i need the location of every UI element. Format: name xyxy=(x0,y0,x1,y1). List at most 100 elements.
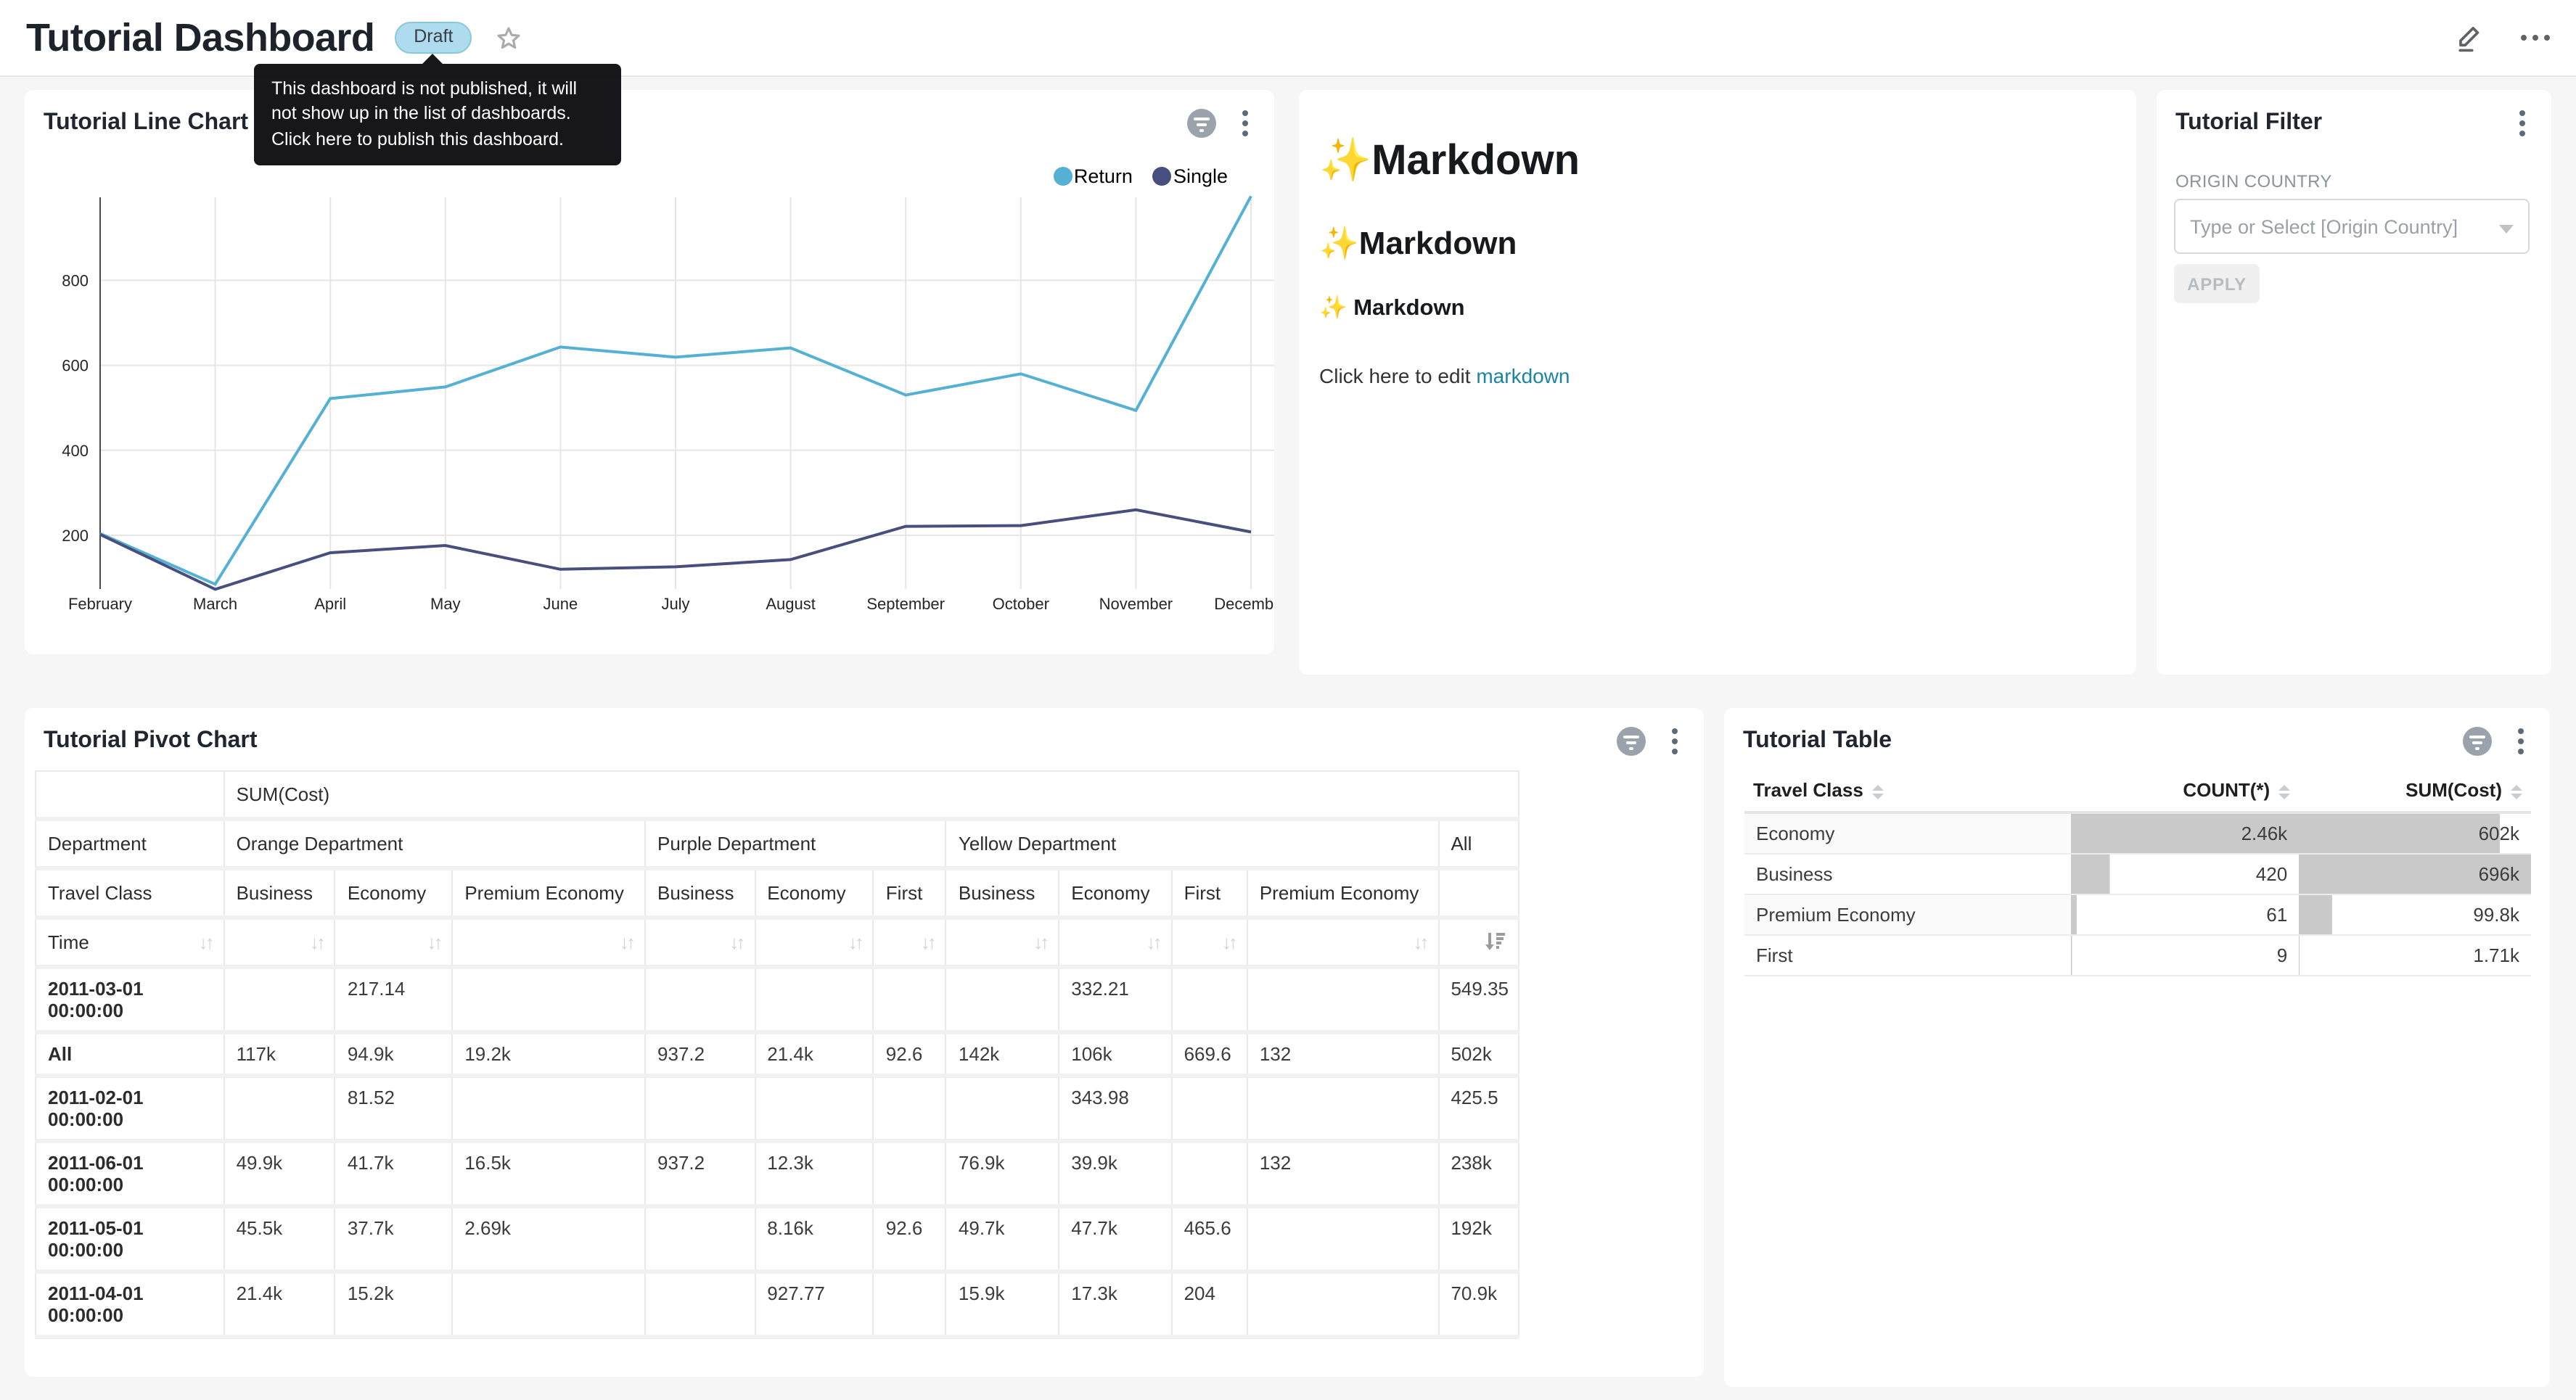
sort-toggle-icon[interactable]: ↓↑ xyxy=(1222,931,1235,953)
pivot-class-header: Economy xyxy=(1059,868,1171,918)
tooltip-text: This dashboard is not published, it will… xyxy=(271,78,577,149)
legend-dot xyxy=(1054,167,1072,186)
pivot-cell: 94.9k xyxy=(335,1032,452,1076)
pivot-cell: 332.21 xyxy=(1059,967,1171,1032)
table-sort-header[interactable]: Travel Class xyxy=(1744,769,2071,812)
pivot-dept-label: Department xyxy=(36,819,224,868)
pivot-cell: 15.2k xyxy=(335,1272,452,1337)
x-tick-label: February xyxy=(68,595,132,613)
page-title: Tutorial Dashboard xyxy=(26,15,374,60)
pivot-dept-group: Orange Department xyxy=(224,819,645,868)
draft-badge[interactable]: Draft xyxy=(395,22,472,54)
chevron-down-icon xyxy=(2499,225,2514,234)
pivot-cell xyxy=(874,1076,946,1141)
chart-legend: Return Single xyxy=(1054,165,1228,187)
legend-item-return[interactable]: Return xyxy=(1054,165,1133,187)
pivot-cell xyxy=(224,1076,335,1141)
pivot-cell: 21.4k xyxy=(755,1032,874,1076)
origin-country-select[interactable] xyxy=(2174,199,2530,254)
x-tick-label: September xyxy=(866,595,945,613)
pivot-sort-cell: ↓↑ xyxy=(874,918,946,967)
sort-descending-icon[interactable] xyxy=(1485,931,1506,952)
pivot-cell: 192k xyxy=(1438,1206,1519,1272)
table-card-icons xyxy=(2463,725,2530,757)
table-card-title: Tutorial Table xyxy=(1743,728,1892,754)
pivot-cell: 19.2k xyxy=(452,1032,645,1076)
pivot-row-header: 2011-04-01 00:00:00 xyxy=(36,1272,224,1337)
sort-toggle-icon[interactable]: ↓↑ xyxy=(199,931,212,953)
pivot-sort-cell: ↓↑ xyxy=(946,918,1059,967)
table-header-label: Travel Class xyxy=(1753,779,1863,801)
pivot-cell: 425.5 xyxy=(1438,1076,1519,1141)
pivot-cell xyxy=(1247,1206,1439,1272)
sort-toggle-icon[interactable]: ↓↑ xyxy=(1413,931,1426,953)
table-cell: 420 xyxy=(2071,854,2299,894)
table-cell: First xyxy=(1744,935,2071,976)
more-actions-icon[interactable] xyxy=(2514,29,2556,47)
y-tick-label: 800 xyxy=(62,271,89,289)
y-tick-label: 600 xyxy=(62,357,89,375)
table-sort-header[interactable]: COUNT(*) xyxy=(2071,769,2299,812)
pivot-class-header: First xyxy=(874,868,946,918)
pivot-cell: 937.2 xyxy=(645,1032,755,1076)
sort-toggle-icon[interactable]: ↓↑ xyxy=(1147,931,1160,953)
pivot-cell: 12.3k xyxy=(755,1141,874,1206)
pivot-cell xyxy=(452,1272,645,1337)
sort-toggle-icon[interactable]: ↓↑ xyxy=(921,931,934,953)
pivot-class-header: Premium Economy xyxy=(1247,868,1439,918)
table-cell: 99.8k xyxy=(2299,894,2531,935)
pivot-card-icons xyxy=(1617,725,1683,757)
markdown-card: ✨Markdown ✨Markdown ✨ Markdown Click her… xyxy=(1299,90,2136,675)
pivot-cell: 92.6 xyxy=(874,1206,946,1272)
y-tick-label: 400 xyxy=(62,442,89,460)
favorite-star-icon[interactable] xyxy=(495,24,522,52)
tooltip-arrow xyxy=(422,54,443,64)
legend-item-single[interactable]: Single xyxy=(1153,165,1228,187)
pivot-dept-group: Purple Department xyxy=(645,819,946,868)
edit-dashboard-icon[interactable] xyxy=(2453,22,2485,54)
table-sort-header[interactable]: SUM(Cost) xyxy=(2299,769,2531,812)
pivot-cell: 81.52 xyxy=(335,1076,452,1141)
pivot-cell: 49.9k xyxy=(224,1141,335,1206)
sort-toggle-icon[interactable]: ↓↑ xyxy=(729,931,742,953)
table-card: Tutorial Table Travel Class COUNT(*) SUM(C… xyxy=(1724,708,2550,1387)
markdown-edit-link[interactable]: markdown xyxy=(1476,364,1570,387)
legend-label: Single xyxy=(1173,165,1228,187)
filter-menu-icon[interactable] xyxy=(2514,107,2531,139)
pivot-class-header: Business xyxy=(946,868,1059,918)
sort-toggle-icon[interactable]: ↓↑ xyxy=(1033,931,1046,953)
apply-button[interactable]: APPLY xyxy=(2174,264,2260,303)
pivot-cell: 37.7k xyxy=(335,1206,452,1272)
pivot-dept-group: Yellow Department xyxy=(946,819,1439,868)
pivot-class-header: Economy xyxy=(755,868,874,918)
pivot-row-header: 2011-06-01 00:00:00 xyxy=(36,1141,224,1206)
x-tick-label: July xyxy=(661,595,689,613)
chart-menu-icon[interactable] xyxy=(2512,725,2530,757)
filter-indicator-icon[interactable] xyxy=(2463,727,2492,756)
pivot-cell xyxy=(645,1272,755,1337)
sort-toggle-icon[interactable]: ↓↑ xyxy=(848,931,861,953)
chart-menu-icon[interactable] xyxy=(1666,725,1683,757)
pivot-data-row: 2011-03-01 00:00:00217.14332.21549.35 xyxy=(36,967,1519,1032)
sort-toggle-icon[interactable]: ↓↑ xyxy=(620,931,633,953)
x-tick-label: August xyxy=(766,595,816,613)
pivot-cell: 117k xyxy=(224,1032,335,1076)
filter-card-icons xyxy=(2514,107,2531,139)
pivot-metric-header: SUM(Cost) xyxy=(224,771,1519,819)
pivot-cell: 21.4k xyxy=(224,1272,335,1337)
table-cell: 602k xyxy=(2299,812,2531,854)
origin-country-input[interactable] xyxy=(2190,215,2490,237)
sort-toggle-icon[interactable]: ↓↑ xyxy=(310,931,323,953)
sort-toggle-icon[interactable]: ↓↑ xyxy=(427,931,440,953)
table-header-label: SUM(Cost) xyxy=(2405,779,2502,801)
sort-carets-icon xyxy=(1872,784,1884,799)
pivot-class-header: Business xyxy=(645,868,755,918)
legend-dot xyxy=(1153,167,1172,186)
pivot-class-header: Economy xyxy=(335,868,452,918)
filter-indicator-icon[interactable] xyxy=(1617,727,1646,756)
sort-carets-icon xyxy=(2511,784,2522,799)
pivot-cell: 8.16k xyxy=(755,1206,874,1272)
markdown-h2: ✨Markdown xyxy=(1319,225,2116,263)
x-tick-label: March xyxy=(193,595,237,613)
pivot-sort-cell: ↓↑ xyxy=(335,918,452,967)
